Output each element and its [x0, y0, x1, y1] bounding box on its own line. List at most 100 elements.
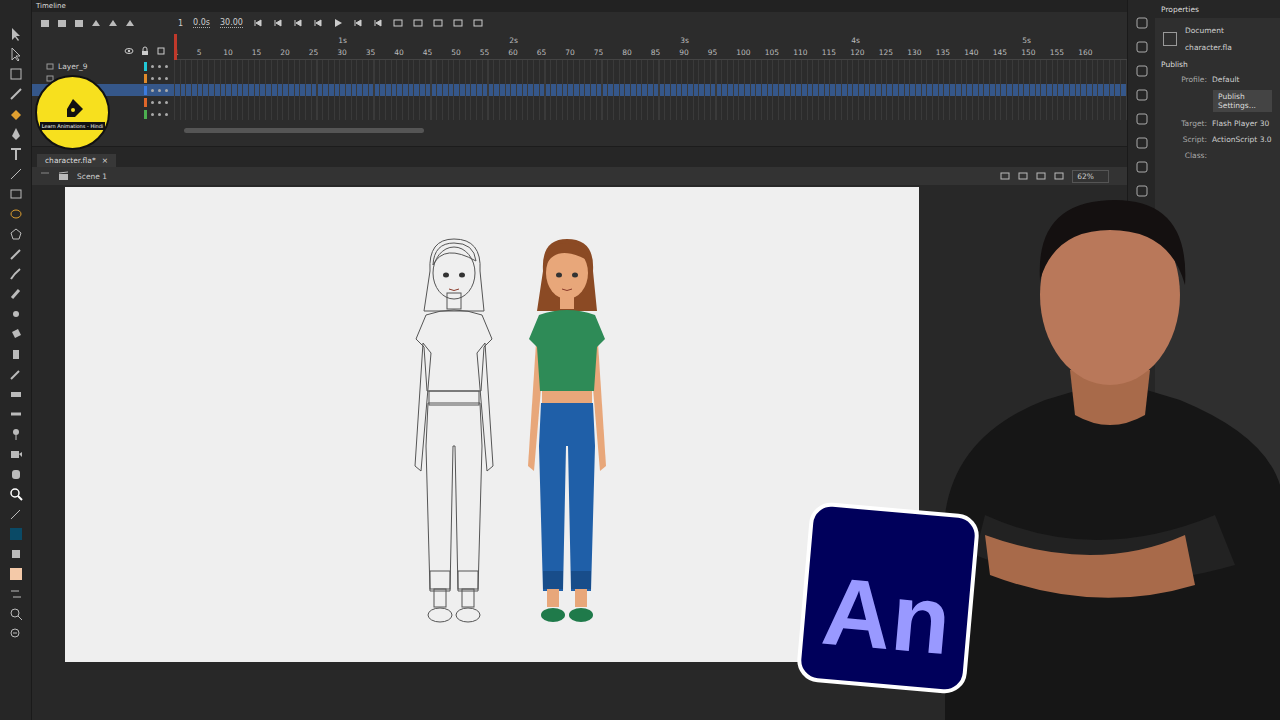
edit-scene-icon[interactable]	[1000, 171, 1010, 181]
last-frame-icon[interactable]	[373, 18, 383, 28]
onion-skin-icon[interactable]	[433, 18, 443, 28]
visibility-dot[interactable]	[151, 77, 154, 80]
transform-icon[interactable]	[8, 66, 24, 82]
fill-color-icon[interactable]	[8, 546, 24, 562]
edit-multiple-icon[interactable]	[413, 18, 423, 28]
tool-button[interactable]	[8, 246, 24, 262]
subselect-icon[interactable]	[8, 46, 24, 62]
zoom-field[interactable]: 62%	[1072, 170, 1109, 183]
zoom-out-icon[interactable]	[8, 626, 24, 642]
layer-color[interactable]	[144, 86, 147, 95]
tool-button[interactable]	[8, 226, 24, 242]
tool-button[interactable]	[8, 206, 24, 222]
tool-button[interactable]	[8, 606, 24, 622]
panel-icon[interactable]	[1135, 160, 1149, 174]
pen-icon[interactable]	[8, 126, 24, 142]
scene-icon[interactable]	[58, 171, 69, 181]
time-field[interactable]: 0.0s	[193, 18, 210, 28]
tool-button[interactable]	[8, 626, 24, 642]
stroke-swatch-icon[interactable]	[8, 526, 24, 542]
line-icon[interactable]	[8, 166, 24, 182]
lock-dot[interactable]	[158, 89, 161, 92]
tool-button[interactable]	[8, 126, 24, 142]
paint-icon[interactable]	[8, 106, 24, 122]
bone-icon[interactable]	[8, 86, 24, 102]
frame-cells[interactable]	[174, 108, 1127, 120]
delete-icon[interactable]	[74, 18, 84, 28]
poly-icon[interactable]	[8, 226, 24, 242]
pin-icon[interactable]	[8, 426, 24, 442]
panel-icon[interactable]	[1135, 88, 1149, 102]
eyedropper-icon[interactable]	[8, 366, 24, 382]
panel-icon[interactable]	[1135, 112, 1149, 126]
tool-button[interactable]	[8, 586, 24, 602]
tool-button[interactable]	[8, 46, 24, 62]
panel-icon[interactable]	[1135, 16, 1149, 30]
lock-dot[interactable]	[158, 77, 161, 80]
fill-swatch-icon[interactable]	[8, 566, 24, 582]
layer-color[interactable]	[144, 98, 147, 107]
layer-row[interactable]	[32, 84, 1127, 96]
tool-button[interactable]	[8, 426, 24, 442]
tool-button[interactable]	[8, 66, 24, 82]
layer-row[interactable]	[32, 72, 1127, 84]
frame-cells[interactable]	[174, 72, 1127, 84]
tool-button[interactable]	[8, 306, 24, 322]
tool-button[interactable]	[8, 186, 24, 202]
folder-icon[interactable]	[57, 18, 67, 28]
property-value[interactable]: Flash Player 30	[1212, 119, 1269, 128]
loop-icon[interactable]	[253, 18, 263, 28]
onion-outline-icon[interactable]	[453, 18, 463, 28]
tool-button[interactable]	[8, 566, 24, 582]
tool-button[interactable]	[8, 286, 24, 302]
outline-dot[interactable]	[165, 77, 168, 80]
zoom-icon[interactable]	[8, 486, 24, 502]
panel-icon[interactable]	[1135, 64, 1149, 78]
puppet-icon[interactable]	[8, 306, 24, 322]
tool-button[interactable]	[8, 326, 24, 342]
tool-button[interactable]	[8, 486, 24, 502]
playhead[interactable]	[174, 34, 177, 60]
layer-color[interactable]	[144, 74, 147, 83]
panel-icon[interactable]	[1135, 40, 1149, 54]
clip-icon[interactable]	[1054, 171, 1064, 181]
fps-field[interactable]: 30.00	[220, 18, 243, 28]
graph-icon[interactable]	[125, 18, 135, 28]
insert-keyframe-icon[interactable]	[473, 18, 483, 28]
tool-button[interactable]	[8, 386, 24, 402]
layer-row[interactable]: Layer_9	[32, 60, 1127, 72]
tool-button[interactable]	[8, 466, 24, 482]
section-title[interactable]: Publish	[1161, 60, 1188, 69]
onion-icon[interactable]	[273, 18, 283, 28]
tool-button[interactable]	[8, 26, 24, 42]
frame-cells[interactable]	[174, 60, 1127, 72]
tab-title[interactable]: character.fla*	[45, 156, 96, 165]
first-frame-icon[interactable]	[293, 18, 303, 28]
zoom-in-icon[interactable]	[8, 606, 24, 622]
property-value[interactable]: ActionScript 3.0	[1212, 135, 1272, 144]
timeline-tab[interactable]: Timeline	[36, 2, 66, 10]
edit-symbol-icon[interactable]	[1018, 171, 1028, 181]
tool-button[interactable]	[8, 266, 24, 282]
visibility-dot[interactable]	[151, 113, 154, 116]
frame-numbers[interactable]: 1510152025303540455055606570758085909510…	[174, 34, 1127, 60]
brush-icon[interactable]	[8, 266, 24, 282]
outline-dot[interactable]	[165, 65, 168, 68]
panel-icon[interactable]	[1135, 136, 1149, 150]
stage[interactable]	[65, 187, 919, 662]
tool-button[interactable]	[8, 366, 24, 382]
ink-icon[interactable]	[8, 346, 24, 362]
visibility-dot[interactable]	[151, 101, 154, 104]
tool-button[interactable]	[8, 106, 24, 122]
back-icon[interactable]	[40, 171, 50, 181]
outline-icon[interactable]	[156, 46, 166, 56]
paint-brush-icon[interactable]	[8, 286, 24, 302]
property-value[interactable]: Default	[1212, 75, 1239, 84]
tool-button[interactable]	[8, 506, 24, 522]
layer-row[interactable]	[32, 96, 1127, 108]
panel-icon[interactable]	[1135, 184, 1149, 198]
camera-layer-icon[interactable]	[91, 18, 101, 28]
outline-dot[interactable]	[165, 113, 168, 116]
layer-name[interactable]: Layer_9	[58, 62, 87, 71]
frame-field[interactable]: 1	[178, 19, 183, 28]
